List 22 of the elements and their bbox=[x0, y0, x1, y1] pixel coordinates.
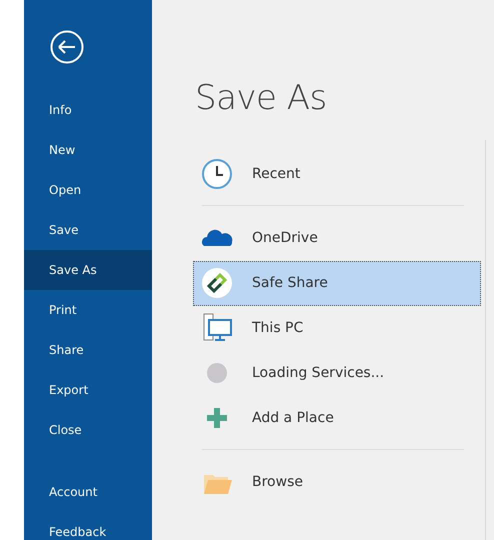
place-item[interactable]: Loading Services... bbox=[193, 350, 481, 396]
menu-item[interactable]: Print bbox=[24, 290, 152, 330]
clock-icon bbox=[201, 158, 233, 190]
menu-item[interactable]: Export bbox=[24, 370, 152, 410]
page-title: Save As bbox=[195, 78, 328, 119]
menu-item[interactable]: Open bbox=[24, 170, 152, 210]
chain-link-icon bbox=[201, 267, 233, 300]
menu-item[interactable]: Share bbox=[24, 330, 152, 370]
place-item[interactable]: Browse bbox=[193, 460, 481, 505]
menu-item[interactable]: Save bbox=[24, 210, 152, 250]
menu-item[interactable]: Info bbox=[24, 90, 152, 130]
place-item[interactable]: Recent bbox=[193, 152, 481, 197]
menu-item[interactable]: Save As bbox=[24, 250, 152, 290]
place-item[interactable]: OneDrive bbox=[193, 216, 481, 261]
place-item[interactable]: Add a Place bbox=[193, 396, 481, 441]
menu-item[interactable]: Feedback bbox=[24, 512, 152, 540]
menu-item[interactable]: New bbox=[24, 130, 152, 170]
place-item[interactable]: Safe Share bbox=[193, 260, 481, 306]
place-item[interactable]: This PC bbox=[193, 306, 481, 351]
menu-item[interactable]: Account bbox=[24, 472, 152, 512]
back-icon[interactable] bbox=[50, 30, 84, 64]
menu-item[interactable]: Close bbox=[24, 410, 152, 450]
